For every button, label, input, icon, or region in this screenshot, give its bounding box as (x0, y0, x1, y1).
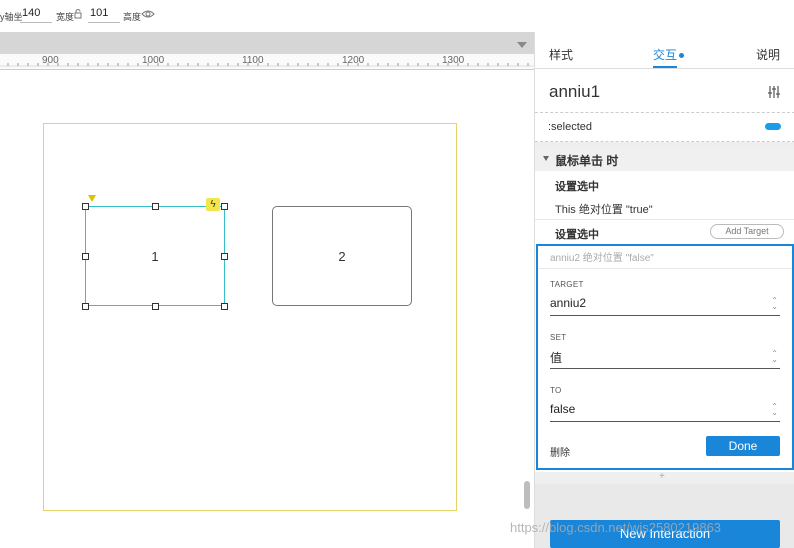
y-input[interactable]: 140 (20, 7, 52, 23)
vertical-scrollbar[interactable] (524, 481, 530, 509)
ruler-label: 1000 (142, 55, 165, 66)
divider (535, 219, 794, 220)
ruler-label: 1300 (442, 55, 465, 66)
action2-title[interactable]: 设置选中 (555, 226, 599, 242)
tab-interaction[interactable]: 交互 (653, 46, 685, 63)
page-tab-bar (0, 32, 534, 54)
indicator-dot-icon (679, 53, 685, 59)
selected-toggle[interactable] (765, 123, 781, 130)
resize-handle[interactable] (152, 303, 159, 310)
to-select[interactable]: false ⌃ ⌄ (550, 402, 780, 422)
event-label: 鼠标单击 时 (555, 154, 619, 168)
target-label: TARGET (550, 280, 584, 289)
horizontal-ruler: 900 1000 1100 1200 1300 (0, 54, 534, 70)
stepper-icon[interactable]: ⌃ ⌄ (771, 403, 778, 417)
action-editor: anniu2 绝对位置 "false" TARGET anniu2 ⌃ ⌄ SET… (536, 244, 794, 470)
resize-handle[interactable] (82, 203, 89, 210)
to-label: TO (550, 386, 562, 395)
action1-title[interactable]: 设置选中 (555, 178, 599, 194)
watermark: https://blog.csdn.net/wjs2580219863 (510, 520, 722, 535)
action1-description[interactable]: This 绝对位置 "true" (555, 201, 653, 217)
app-window: y轴坐 140 宽度 101 高度 900 1000 1100 1200 130… (0, 0, 794, 548)
inspector-tabs: 样式 交互 说明 (535, 32, 794, 69)
width-input[interactable]: 101 (88, 7, 120, 23)
selected-state-row: :selected (535, 112, 794, 142)
height-label: 高度 (123, 12, 142, 22)
button-anniu1[interactable]: 1 (85, 206, 225, 306)
button-anniu2[interactable]: 2 (272, 206, 412, 306)
tab-style[interactable]: 样式 (549, 46, 573, 63)
resize-handle[interactable] (82, 303, 89, 310)
add-action-plus[interactable]: + (659, 471, 665, 482)
set-select[interactable]: 值 ⌃ ⌄ (550, 349, 780, 369)
artboard[interactable] (43, 123, 457, 511)
resize-handle[interactable] (221, 303, 228, 310)
ruler-label: 1200 (342, 55, 365, 66)
caret-down-icon[interactable] (543, 156, 549, 161)
property-toolbar: y轴坐 140 宽度 101 高度 (0, 0, 794, 32)
target-select[interactable]: anniu2 ⌃ ⌄ (550, 296, 780, 316)
target-value: anniu2 (550, 296, 587, 310)
inspector-panel: 样式 交互 说明 anniu1 :selected 鼠标单击 时 设置选中 Th… (534, 32, 794, 548)
canvas-area[interactable]: 900 1000 1100 1200 1300 1 ϟ 2 (0, 32, 534, 548)
chevron-down-icon[interactable] (517, 42, 527, 48)
selected-state-label: :selected (548, 121, 593, 133)
event-header[interactable]: 鼠标单击 时 (535, 147, 794, 171)
delete-button[interactable]: 删除 (550, 444, 570, 459)
active-tab-underline (653, 66, 677, 68)
resize-handle[interactable] (82, 253, 89, 260)
resize-handle[interactable] (221, 203, 228, 210)
ruler-label: 1100 (242, 55, 264, 66)
eye-icon[interactable] (141, 8, 155, 20)
to-value: false (550, 402, 576, 416)
tune-icon[interactable] (767, 85, 781, 99)
resize-handle[interactable] (152, 203, 159, 210)
stepper-icon[interactable]: ⌃ ⌄ (771, 350, 778, 364)
action-preview: anniu2 绝对位置 "false" (550, 253, 654, 264)
button1-label: 1 (151, 248, 159, 264)
divider (538, 268, 792, 269)
add-target-button[interactable]: Add Target (710, 224, 784, 239)
set-value: 值 (550, 351, 563, 365)
selection-marker-icon (88, 195, 96, 202)
lock-icon[interactable] (74, 9, 82, 19)
set-label: SET (550, 333, 567, 342)
button2-label: 2 (338, 248, 346, 264)
tab-interaction-label: 交互 (653, 48, 678, 62)
lightning-icon[interactable]: ϟ (206, 198, 220, 211)
resize-handle[interactable] (221, 253, 228, 260)
tab-notes[interactable]: 说明 (756, 46, 780, 63)
done-button[interactable]: Done (706, 436, 780, 456)
object-name[interactable]: anniu1 (549, 82, 600, 102)
stepper-icon[interactable]: ⌃ ⌄ (771, 297, 778, 311)
ruler-label: 900 (42, 55, 59, 66)
width-label: 宽度 (56, 12, 75, 22)
